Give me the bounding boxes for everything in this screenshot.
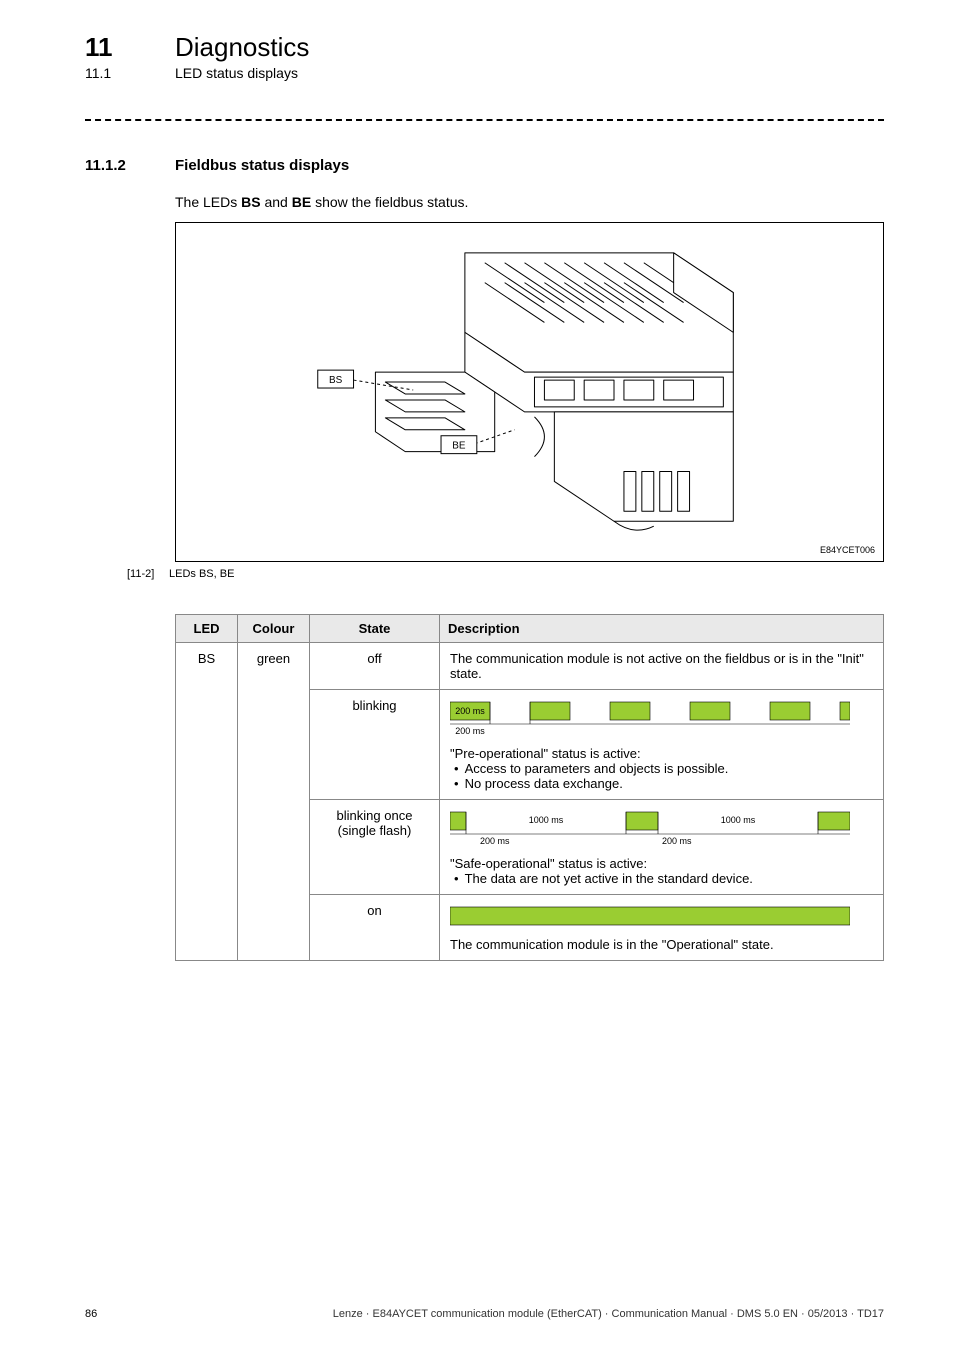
cell-desc-single: 1000 ms 1000 ms 200 ms 200 ms "Safe-oper… xyxy=(440,800,884,895)
led-table: LED Colour State Description BS green of… xyxy=(175,614,884,961)
chapter-title: Diagnostics xyxy=(175,32,309,63)
cell-colour: green xyxy=(238,643,310,961)
th-colour: Colour xyxy=(238,615,310,643)
page-number: 86 xyxy=(85,1308,97,1320)
table-row: BS green off The communication module is… xyxy=(176,643,884,690)
page-footer: 86 Lenze · E84AYCET communication module… xyxy=(85,1308,884,1320)
figure-caption: [11-2]LEDs BS, BE xyxy=(127,568,884,580)
cell-state-blinking: blinking xyxy=(310,690,440,800)
svg-text:1000 ms: 1000 ms xyxy=(529,815,564,825)
cell-desc-on: The communication module is in the "Oper… xyxy=(440,895,884,961)
cell-led: BS xyxy=(176,643,238,961)
svg-text:200 ms: 200 ms xyxy=(455,726,485,736)
subsection-number: 11.1.2 xyxy=(85,157,175,174)
callout-bs: BS xyxy=(329,375,343,386)
timing-on xyxy=(450,903,850,929)
subsection-title: Fieldbus status displays xyxy=(175,157,349,174)
cell-desc-off: The communication module is not active o… xyxy=(440,643,884,690)
th-state: State xyxy=(310,615,440,643)
th-led: LED xyxy=(176,615,238,643)
cell-desc-blinking: 200 ms 200 ms "Pre-operational" status i… xyxy=(440,690,884,800)
intro-text: The LEDs BS and BE show the fieldbus sta… xyxy=(175,194,884,210)
footer-text: Lenze · E84AYCET communication module (E… xyxy=(333,1308,884,1320)
cell-state-off: off xyxy=(310,643,440,690)
device-drawing: BS BE xyxy=(176,223,883,561)
figure-device: BS BE E84YCET006 xyxy=(175,222,884,562)
svg-text:200 ms: 200 ms xyxy=(662,836,692,846)
section-title: LED status displays xyxy=(175,65,298,81)
cell-state-single: blinking once (single flash) xyxy=(310,800,440,895)
section-number: 11.1 xyxy=(85,65,175,81)
callout-be: BE xyxy=(452,441,466,452)
timing-single: 1000 ms 1000 ms 200 ms 200 ms xyxy=(450,808,850,848)
figure-code: E84YCET006 xyxy=(820,545,875,555)
divider xyxy=(85,119,884,121)
svg-text:1000 ms: 1000 ms xyxy=(721,815,756,825)
svg-text:200 ms: 200 ms xyxy=(455,706,485,716)
svg-text:200 ms: 200 ms xyxy=(480,836,510,846)
th-desc: Description xyxy=(440,615,884,643)
cell-state-on: on xyxy=(310,895,440,961)
chapter-number: 11 xyxy=(85,32,175,63)
timing-blinking: 200 ms 200 ms xyxy=(450,698,850,738)
